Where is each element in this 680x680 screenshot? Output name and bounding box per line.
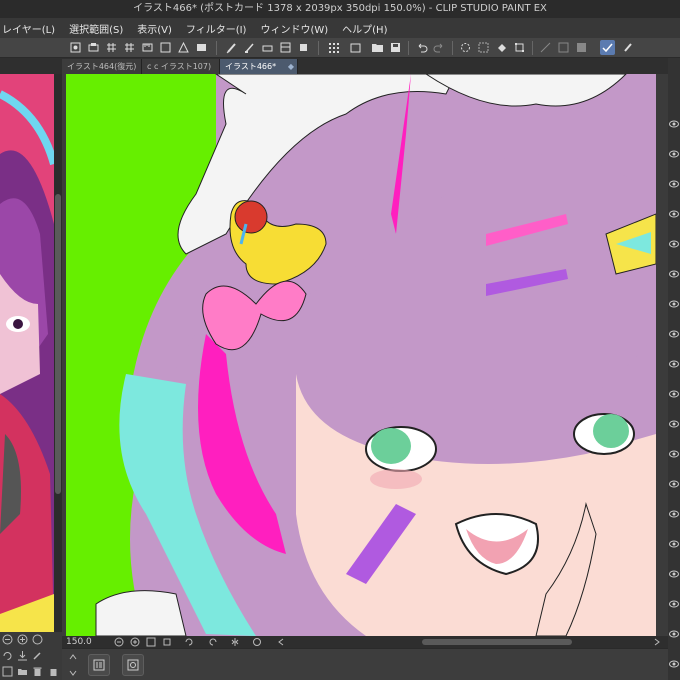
sub-view-controls	[0, 632, 62, 680]
eye-icon[interactable]	[669, 420, 679, 428]
drawing-canvas[interactable]	[66, 74, 656, 636]
zoom-in-icon[interactable]	[17, 634, 28, 645]
window-title: イラスト466* (ポストカード 1378 x 2039px 350dpi 15…	[133, 3, 547, 14]
tab-illust-464[interactable]: イラスト464(復元)	[62, 59, 142, 74]
save-icon[interactable]	[388, 40, 403, 55]
menu-filter[interactable]: フィルター(I)	[186, 21, 247, 36]
rotate-left-icon[interactable]	[184, 637, 194, 647]
ruler-icon[interactable]	[140, 40, 155, 55]
eye-icon[interactable]	[669, 300, 679, 308]
horizontal-scrollbar-thumb[interactable]	[422, 639, 572, 645]
layer-icon[interactable]	[348, 40, 363, 55]
layer-icon[interactable]	[68, 40, 83, 55]
scroll-left-icon[interactable]	[276, 637, 286, 647]
layer-icon[interactable]	[278, 40, 293, 55]
clear-icon[interactable]	[556, 40, 571, 55]
eye-icon[interactable]	[669, 480, 679, 488]
delete-icon[interactable]	[32, 666, 43, 677]
flip-icon[interactable]	[230, 637, 240, 647]
grid-icon[interactable]	[326, 40, 341, 55]
eye-icon[interactable]	[669, 390, 679, 398]
loading-icon[interactable]	[458, 40, 473, 55]
menu-help[interactable]: ヘルプ(H)	[342, 21, 387, 36]
zoom-in-icon[interactable]	[130, 637, 140, 647]
command-bar	[0, 38, 680, 58]
layer-icon[interactable]	[296, 40, 311, 55]
fill-icon[interactable]	[494, 40, 509, 55]
eye-icon[interactable]	[669, 510, 679, 518]
scroll-right-icon[interactable]	[652, 637, 662, 647]
tab-illust-466[interactable]: イラスト466* ◆	[220, 59, 298, 74]
fit-icon[interactable]	[146, 637, 156, 647]
canvas-artwork	[66, 74, 656, 636]
brush-icon[interactable]	[224, 40, 239, 55]
download-icon[interactable]	[17, 650, 28, 661]
reference-artwork	[0, 74, 54, 632]
rotate-right-icon[interactable]	[208, 637, 218, 647]
brush-icon[interactable]	[620, 40, 635, 55]
menu-view[interactable]: 表示(V)	[137, 21, 172, 36]
left-panel-header	[0, 58, 62, 74]
menu-window[interactable]: ウィンドウ(W)	[260, 21, 328, 36]
sub-view-panel[interactable]	[0, 74, 54, 632]
layer-icon[interactable]	[574, 40, 589, 55]
rotate-icon[interactable]	[2, 650, 13, 661]
collapse-icon[interactable]	[68, 651, 78, 679]
canvas-vertical-scrollbar[interactable]	[656, 74, 668, 636]
fit-icon[interactable]	[32, 634, 43, 645]
folder-icon[interactable]	[17, 666, 28, 677]
zoom-out-icon[interactable]	[2, 634, 13, 645]
frame-icon[interactable]	[158, 40, 173, 55]
eye-icon[interactable]	[669, 330, 679, 338]
eye-icon[interactable]	[669, 150, 679, 158]
perspective-icon[interactable]	[176, 40, 191, 55]
eye-icon[interactable]	[669, 360, 679, 368]
eye-icon[interactable]	[669, 660, 679, 668]
eye-icon[interactable]	[669, 540, 679, 548]
select-icon[interactable]	[476, 40, 491, 55]
menu-layer[interactable]: レイヤー(L)	[2, 21, 55, 36]
eye-icon[interactable]	[669, 270, 679, 278]
scrollbar-thumb[interactable]	[55, 194, 61, 494]
check-icon[interactable]	[600, 40, 615, 55]
tab-illust-107[interactable]: c c イラスト107)	[142, 59, 220, 74]
window-titlebar: イラスト466* (ポストカード 1378 x 2039px 350dpi 15…	[0, 0, 680, 18]
bottom-panel-bar	[62, 648, 668, 680]
grid-icon[interactable]	[122, 40, 137, 55]
layer-visibility-column	[668, 58, 680, 680]
layer-icon[interactable]	[194, 40, 209, 55]
page-panel-icon[interactable]	[88, 654, 110, 676]
zoom-level[interactable]: 150.0	[66, 636, 92, 648]
eye-icon[interactable]	[669, 240, 679, 248]
eraser-icon[interactable]	[260, 40, 275, 55]
tab-close-icon[interactable]: ◆	[288, 59, 294, 74]
eye-icon[interactable]	[669, 180, 679, 188]
eye-icon[interactable]	[669, 600, 679, 608]
trash-icon[interactable]	[48, 666, 59, 677]
navigator-icon[interactable]	[2, 666, 13, 677]
folder-icon[interactable]	[370, 40, 385, 55]
reset-rotation-icon[interactable]	[252, 637, 262, 647]
zoom-out-icon[interactable]	[114, 637, 124, 647]
print-icon[interactable]	[86, 40, 101, 55]
actual-size-icon[interactable]	[162, 637, 172, 647]
menu-bar: レイヤー(L) 選択範囲(S) 表示(V) フィルター(I) ウィンドウ(W) …	[0, 18, 680, 38]
redo-icon[interactable]	[432, 40, 447, 55]
pen-icon[interactable]	[242, 40, 257, 55]
grid-icon[interactable]	[104, 40, 119, 55]
eye-icon[interactable]	[669, 210, 679, 218]
left-panel-scrollbar[interactable]	[54, 74, 62, 632]
eyedropper-icon[interactable]	[32, 650, 43, 661]
document-tab-bar: イラスト464(復元) c c イラスト107) イラスト466* ◆	[62, 58, 668, 74]
transform-icon[interactable]	[512, 40, 527, 55]
eye-icon[interactable]	[669, 450, 679, 458]
menu-select[interactable]: 選択範囲(S)	[69, 21, 123, 36]
clear-icon[interactable]	[538, 40, 553, 55]
undo-icon[interactable]	[414, 40, 429, 55]
eye-icon[interactable]	[669, 120, 679, 128]
navigator-icon[interactable]	[122, 654, 144, 676]
canvas-status-bar: 150.0	[62, 636, 668, 648]
eye-icon[interactable]	[669, 630, 679, 638]
eye-icon[interactable]	[669, 570, 679, 578]
